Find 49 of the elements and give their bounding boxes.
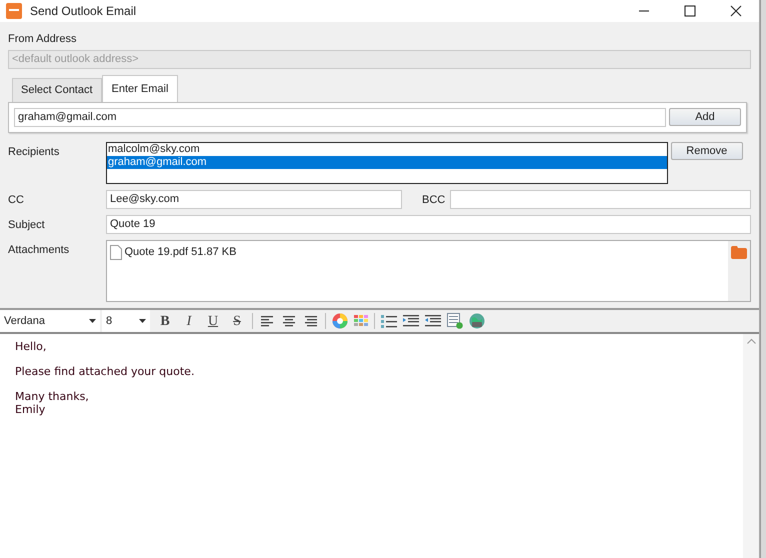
cc-field[interactable]: Lee@sky.com <box>106 190 402 209</box>
document-icon <box>110 244 122 260</box>
underline-button[interactable]: U <box>204 310 222 332</box>
tab[interactable]: Enter Email <box>102 74 178 102</box>
recipient-item[interactable]: graham@gmail.com <box>107 156 667 169</box>
body-text-line: Emily <box>15 403 46 416</box>
color-wheel-icon[interactable] <box>332 313 348 329</box>
align-right-icon[interactable] <box>303 313 319 329</box>
window-title: Send Outlook Email <box>30 3 136 20</box>
app-logo-icon <box>6 3 22 19</box>
caret-icon[interactable] <box>89 319 96 323</box>
attachment-name[interactable]: Quote 19.pdf 51.87 KB <box>124 244 236 260</box>
from-address-label: From Address <box>8 32 78 47</box>
strike-button[interactable]: S <box>228 310 246 332</box>
indent-icon[interactable] <box>403 314 419 328</box>
align-left-icon[interactable] <box>259 313 275 329</box>
insert-table-icon[interactable] <box>447 313 463 329</box>
bcc-label: BCC <box>421 193 446 208</box>
from-address-field: <default outlook address> <box>8 50 751 68</box>
align-center-icon[interactable] <box>281 313 297 329</box>
bold-button[interactable]: B <box>156 310 174 332</box>
italic-button[interactable]: I <box>180 310 198 332</box>
caret-icon[interactable] <box>139 319 146 323</box>
font-combo[interactable]: Verdana <box>0 310 100 332</box>
outdent-icon[interactable] <box>425 314 441 328</box>
recipients-list[interactable]: malcolm@sky.com graham@gmail.com <box>106 142 668 184</box>
email-field[interactable]: graham@gmail.com <box>14 108 666 127</box>
font-name: Verdana <box>4 314 45 329</box>
attachments-label: Attachments <box>8 243 70 258</box>
bullet-list-icon[interactable] <box>381 314 397 328</box>
body-text-line: Please find attached your quote. <box>15 365 196 378</box>
globe-image-icon[interactable] <box>469 313 485 329</box>
color-grid-icon[interactable] <box>354 315 368 327</box>
bcc-field[interactable] <box>450 190 751 209</box>
subject-field[interactable]: Quote 19 <box>106 215 751 234</box>
cc-label: CC <box>8 193 25 208</box>
scrollbar[interactable] <box>743 334 759 558</box>
recipient-item[interactable]: malcolm@sky.com <box>107 143 667 156</box>
body-text-line: Hello, <box>15 340 48 353</box>
font-size-value: 8 <box>106 314 112 329</box>
size-combo[interactable]: 8 <box>102 310 150 332</box>
recipients-label: Recipients <box>8 145 60 160</box>
folder-icon[interactable] <box>731 246 747 259</box>
remove-button[interactable]: Remove <box>670 142 743 160</box>
tab[interactable]: Select Contact <box>12 78 102 102</box>
body-text-line: Many thanks, <box>15 390 90 403</box>
add-button[interactable]: Add <box>669 108 741 126</box>
scroll-up-icon[interactable] <box>746 338 756 344</box>
subject-label: Subject <box>8 218 46 233</box>
